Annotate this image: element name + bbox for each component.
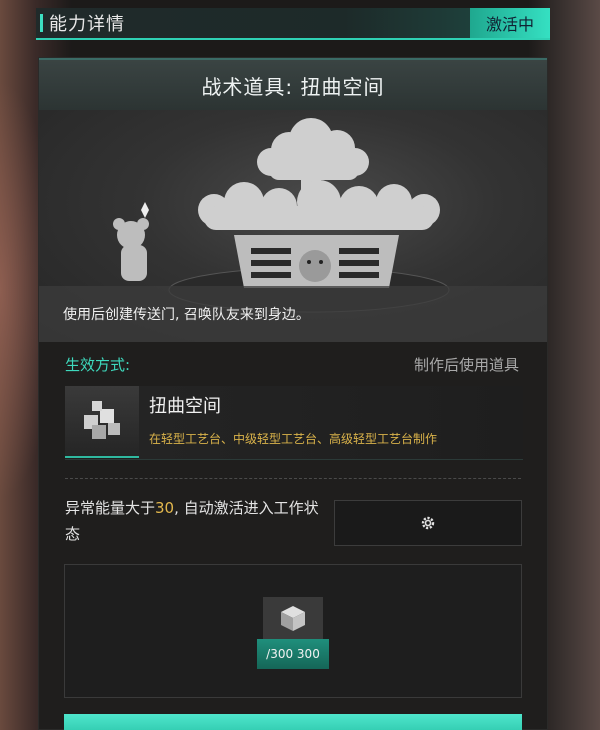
header-accent-bar	[40, 14, 43, 32]
activation-condition: 异常能量大于30, 自动激活进入工作状态	[65, 495, 325, 547]
cube-icon	[281, 606, 305, 631]
item-name: 扭曲空间	[149, 396, 221, 417]
activation-text-before: 异常能量大于	[65, 499, 156, 517]
item-source: 在轻型工艺台、中级轻型工艺台、高级轻型工艺台制作	[149, 432, 438, 446]
ability-illustration: 使用后创建传送门, 召唤队友来到身边。	[39, 110, 547, 342]
settings-button[interactable]	[334, 500, 522, 546]
ability-details-header: 能力详情 激活中	[36, 8, 550, 40]
card-title: 战术道具: 扭曲空间	[39, 58, 547, 110]
item-row[interactable]: 扭曲空间 在轻型工艺台、中级轻型工艺台、高级轻型工艺台制作	[65, 386, 523, 460]
ability-description: 使用后创建传送门, 召唤队友来到身边。	[39, 286, 547, 342]
page-title: 能力详情	[49, 14, 125, 35]
gear-icon	[421, 516, 435, 530]
confirm-button[interactable]	[64, 714, 522, 730]
item-icon[interactable]	[65, 386, 139, 458]
activation-row: 异常能量大于30, 自动激活进入工作状态	[39, 479, 547, 549]
item-slot[interactable]: /300 300	[257, 597, 329, 671]
slot-count: /300 300	[257, 639, 329, 669]
effect-label: 生效方式:	[65, 355, 131, 374]
effect-value: 制作后使用道具	[413, 355, 519, 374]
slot-item-image	[263, 597, 323, 639]
status-badge: 激活中	[470, 8, 550, 38]
item-info: 扭曲空间 在轻型工艺台、中级轻型工艺台、高级轻型工艺台制作	[139, 386, 523, 459]
cube-stack-icon	[84, 401, 120, 439]
item-slot-panel: /300 300	[64, 564, 522, 698]
effect-row: 生效方式: 制作后使用道具	[39, 342, 547, 386]
activation-threshold: 30	[155, 499, 175, 517]
